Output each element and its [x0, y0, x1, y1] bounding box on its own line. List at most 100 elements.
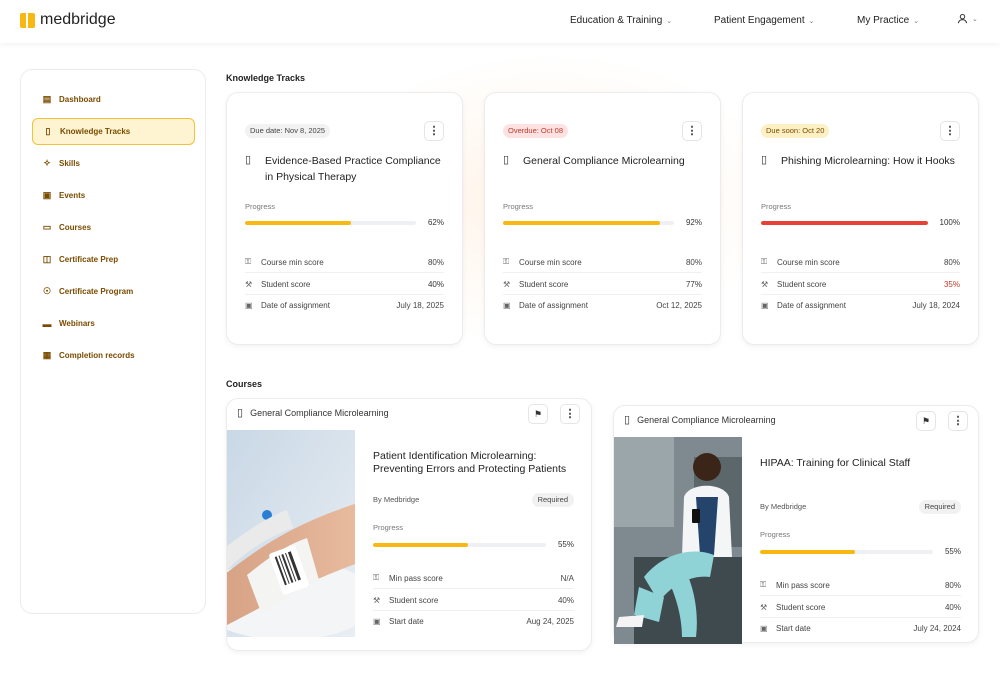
sidebar-item-skills[interactable]: ✧ Skills: [32, 150, 195, 177]
progress-label: Progress: [503, 202, 534, 211]
progress-label: Progress: [373, 523, 404, 532]
logo-text: medbridge: [40, 11, 116, 28]
overdue-badge: Overdue: Oct 08: [503, 124, 569, 138]
sidebar-item-label: Webinars: [59, 319, 95, 328]
stat-row-assignment-date: ▣ Date of assignment July 18, 2025: [245, 295, 444, 316]
sidebar-item-label: Events: [59, 191, 86, 200]
nav-patient-engagement[interactable]: Patient Engagement ⌄: [714, 15, 815, 26]
progress-bar: [245, 221, 416, 225]
course-author: By Medbridge: [760, 502, 807, 511]
stat-row-student-score: ⚒ Student score 35%: [761, 274, 960, 295]
stat-row-student-score: ⚒ Student score 77%: [503, 274, 702, 295]
stat-label: Course min score: [777, 257, 840, 267]
user-menu[interactable]: ⌄: [957, 13, 978, 24]
table-icon: ▦: [42, 350, 52, 360]
progress-percent: 55%: [944, 547, 961, 556]
stat-value: 40%: [944, 602, 961, 612]
more-options-icon[interactable]: ⋮: [424, 121, 444, 141]
stat-value: N/A: [560, 573, 574, 583]
wrench-icon: ⚒: [373, 595, 381, 605]
more-options-icon[interactable]: ⋮: [560, 404, 580, 424]
wristband-photo: [227, 430, 355, 637]
nav-education-training[interactable]: Education & Training ⌄: [570, 15, 672, 26]
stat-label: Min pass score: [389, 573, 443, 583]
user-icon: [957, 13, 968, 24]
sidebar-item-completion-records[interactable]: ▦ Completion records: [32, 342, 195, 369]
knowledge-track-card[interactable]: Due soon: Oct 20 ⋮ ▯ Phishing Microlearn…: [742, 92, 979, 345]
chevron-down-icon: ⌄: [666, 17, 673, 25]
course-card[interactable]: ▯ General Compliance Microlearning ⚑ ⋮ P…: [226, 398, 592, 651]
stat-label: Student score: [519, 279, 569, 289]
calendar-icon: ▣: [42, 190, 52, 200]
progress-percent: 62%: [427, 218, 444, 227]
course-card[interactable]: ▯ General Compliance Microlearning ⚑ ⋮ H…: [613, 405, 979, 644]
course-title: Patient Identification Microlearning: Pr…: [373, 450, 567, 475]
knowledge-track-card[interactable]: Due date: Nov 8, 2025 ⋮ ▯ Evidence-Based…: [226, 92, 463, 345]
stat-label: Start date: [776, 624, 811, 633]
sidebar-item-webinars[interactable]: ▬ Webinars: [32, 310, 195, 337]
course-title: HIPAA: Training for Clinical Staff: [760, 457, 911, 469]
sidebar-item-label: Knowledge Tracks: [60, 127, 131, 136]
knowledge-track-card[interactable]: Overdue: Oct 08 ⋮ ▯ General Compliance M…: [484, 92, 721, 345]
sidebar-item-dashboard[interactable]: ▤ Dashboard: [32, 86, 195, 113]
progress-fill: [760, 550, 856, 554]
progress-fill: [503, 221, 661, 225]
stat-value: Aug 24, 2025: [526, 617, 574, 626]
course-author: By Medbridge: [373, 495, 420, 504]
medbridge-logo[interactable]: medbridge: [20, 11, 116, 29]
wrench-icon: ⚒: [245, 279, 253, 289]
stat-value: 35%: [943, 279, 960, 289]
book-icon: ▯: [503, 154, 510, 166]
stat-value: 40%: [427, 279, 444, 289]
calendar-icon: ▣: [373, 617, 381, 626]
stat-value: 80%: [943, 257, 960, 267]
progress-bar: [373, 543, 546, 547]
wrench-icon: ⚒: [761, 279, 769, 289]
sidebar-item-label: Courses: [59, 223, 92, 232]
required-badge: Required: [918, 500, 961, 514]
sidebar-item-certificate-prep[interactable]: ◫ Certificate Prep: [32, 246, 195, 273]
stat-value: July 18, 2024: [912, 301, 960, 310]
progress-fill: [761, 221, 928, 225]
calendar-icon: ▣: [503, 301, 511, 310]
stat-label: Student score: [777, 279, 827, 289]
track-title: General Compliance Microlearning: [523, 155, 685, 167]
bookmark-icon[interactable]: ⚑: [916, 411, 936, 431]
course-category: General Compliance Microlearning: [637, 414, 776, 425]
stat-row-min-score: ⚿ Course min score 80%: [245, 252, 444, 273]
bookmark-icon[interactable]: ⚑: [528, 404, 548, 424]
stat-value: 80%: [944, 580, 961, 590]
sidebar-item-certificate-program[interactable]: ☉ Certificate Program: [32, 278, 195, 305]
more-options-icon[interactable]: ⋮: [682, 121, 702, 141]
progress-percent: 92%: [685, 218, 702, 227]
progress-bar: [760, 550, 933, 554]
stat-row-min-pass-score: ⚿ Min pass score 80%: [760, 575, 961, 596]
top-bar: medbridge Education & Training ⌄ Patient…: [0, 0, 1000, 43]
calendar-icon: ▣: [760, 624, 768, 633]
stat-label: Course min score: [261, 257, 324, 267]
sidebar-item-courses[interactable]: ▭ Courses: [32, 214, 195, 241]
more-options-icon[interactable]: ⋮: [940, 121, 960, 141]
nav-label: My Practice: [857, 15, 910, 26]
sidebar-item-events[interactable]: ▣ Events: [32, 182, 195, 209]
progress-label: Progress: [245, 202, 276, 211]
chevron-down-icon: ⌄: [913, 17, 920, 25]
clinician-photo: [614, 437, 742, 644]
stat-label: Course min score: [519, 257, 582, 267]
logo-icon: [20, 12, 35, 28]
stat-row-start-date: ▣ Start date July 24, 2024: [760, 618, 961, 639]
more-options-icon[interactable]: ⋮: [948, 411, 968, 431]
stat-row-student-score: ⚒ Student score 40%: [373, 590, 574, 611]
courses-heading: Courses: [226, 379, 263, 389]
book-icon: ▯: [624, 414, 631, 426]
course-header: ▯ General Compliance Microlearning: [237, 406, 389, 419]
lock-icon: ⚿: [761, 257, 768, 266]
sidebar-item-knowledge-tracks[interactable]: ▯ Knowledge Tracks: [32, 118, 195, 145]
nav-my-practice[interactable]: My Practice ⌄: [857, 15, 919, 26]
calendar-icon: ▣: [245, 301, 253, 310]
stat-value: 80%: [427, 257, 444, 267]
stat-value: Oct 12, 2025: [656, 301, 702, 310]
sidebar-item-label: Completion records: [59, 351, 135, 360]
book-icon: ▯: [237, 407, 244, 419]
progress-fill: [245, 221, 352, 225]
